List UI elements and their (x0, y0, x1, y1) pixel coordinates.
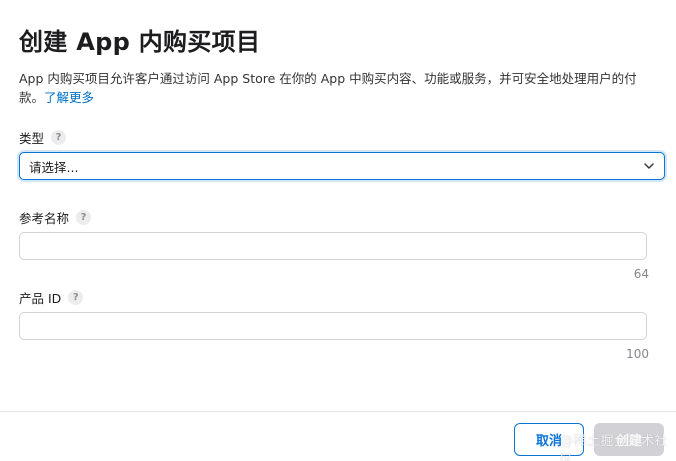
product-id-label-row: 产品 ID ? (19, 288, 84, 307)
description-text: App 内购买项目允许客户通过访问 App Store 在你的 App 中购买内… (19, 71, 637, 105)
type-help-icon[interactable]: ? (51, 130, 67, 145)
cancel-button[interactable]: 取消 (514, 423, 584, 456)
create-iap-dialog: 创建 App 内购买项目 App 内购买项目允许客户通过访问 App Store… (0, 0, 676, 461)
footer-divider (0, 411, 676, 412)
create-button[interactable]: 创建 (594, 423, 664, 456)
type-select[interactable]: 请选择... (19, 152, 665, 180)
type-select-value: 请选择... (29, 159, 79, 175)
product-id-input[interactable] (19, 312, 647, 340)
learn-more-link[interactable]: 了解更多 (44, 90, 94, 105)
chevron-down-icon (643, 160, 655, 172)
product-id-char-counter: 100 (626, 347, 649, 361)
reference-name-label: 参考名称 (19, 211, 70, 226)
reference-name-label-row: 参考名称 ? (19, 208, 92, 227)
dialog-description: App 内购买项目允许客户通过访问 App Store 在你的 App 中购买内… (19, 69, 659, 107)
reference-name-input[interactable] (19, 232, 647, 260)
reference-name-char-counter: 64 (633, 267, 649, 281)
type-label-row: 类型 ? (19, 128, 67, 147)
product-id-help-icon[interactable]: ? (68, 290, 84, 305)
dialog-title: 创建 App 内购买项目 (19, 28, 261, 56)
type-label: 类型 (19, 131, 45, 146)
product-id-label: 产品 ID (19, 291, 62, 306)
reference-name-help-icon[interactable]: ? (76, 210, 92, 225)
